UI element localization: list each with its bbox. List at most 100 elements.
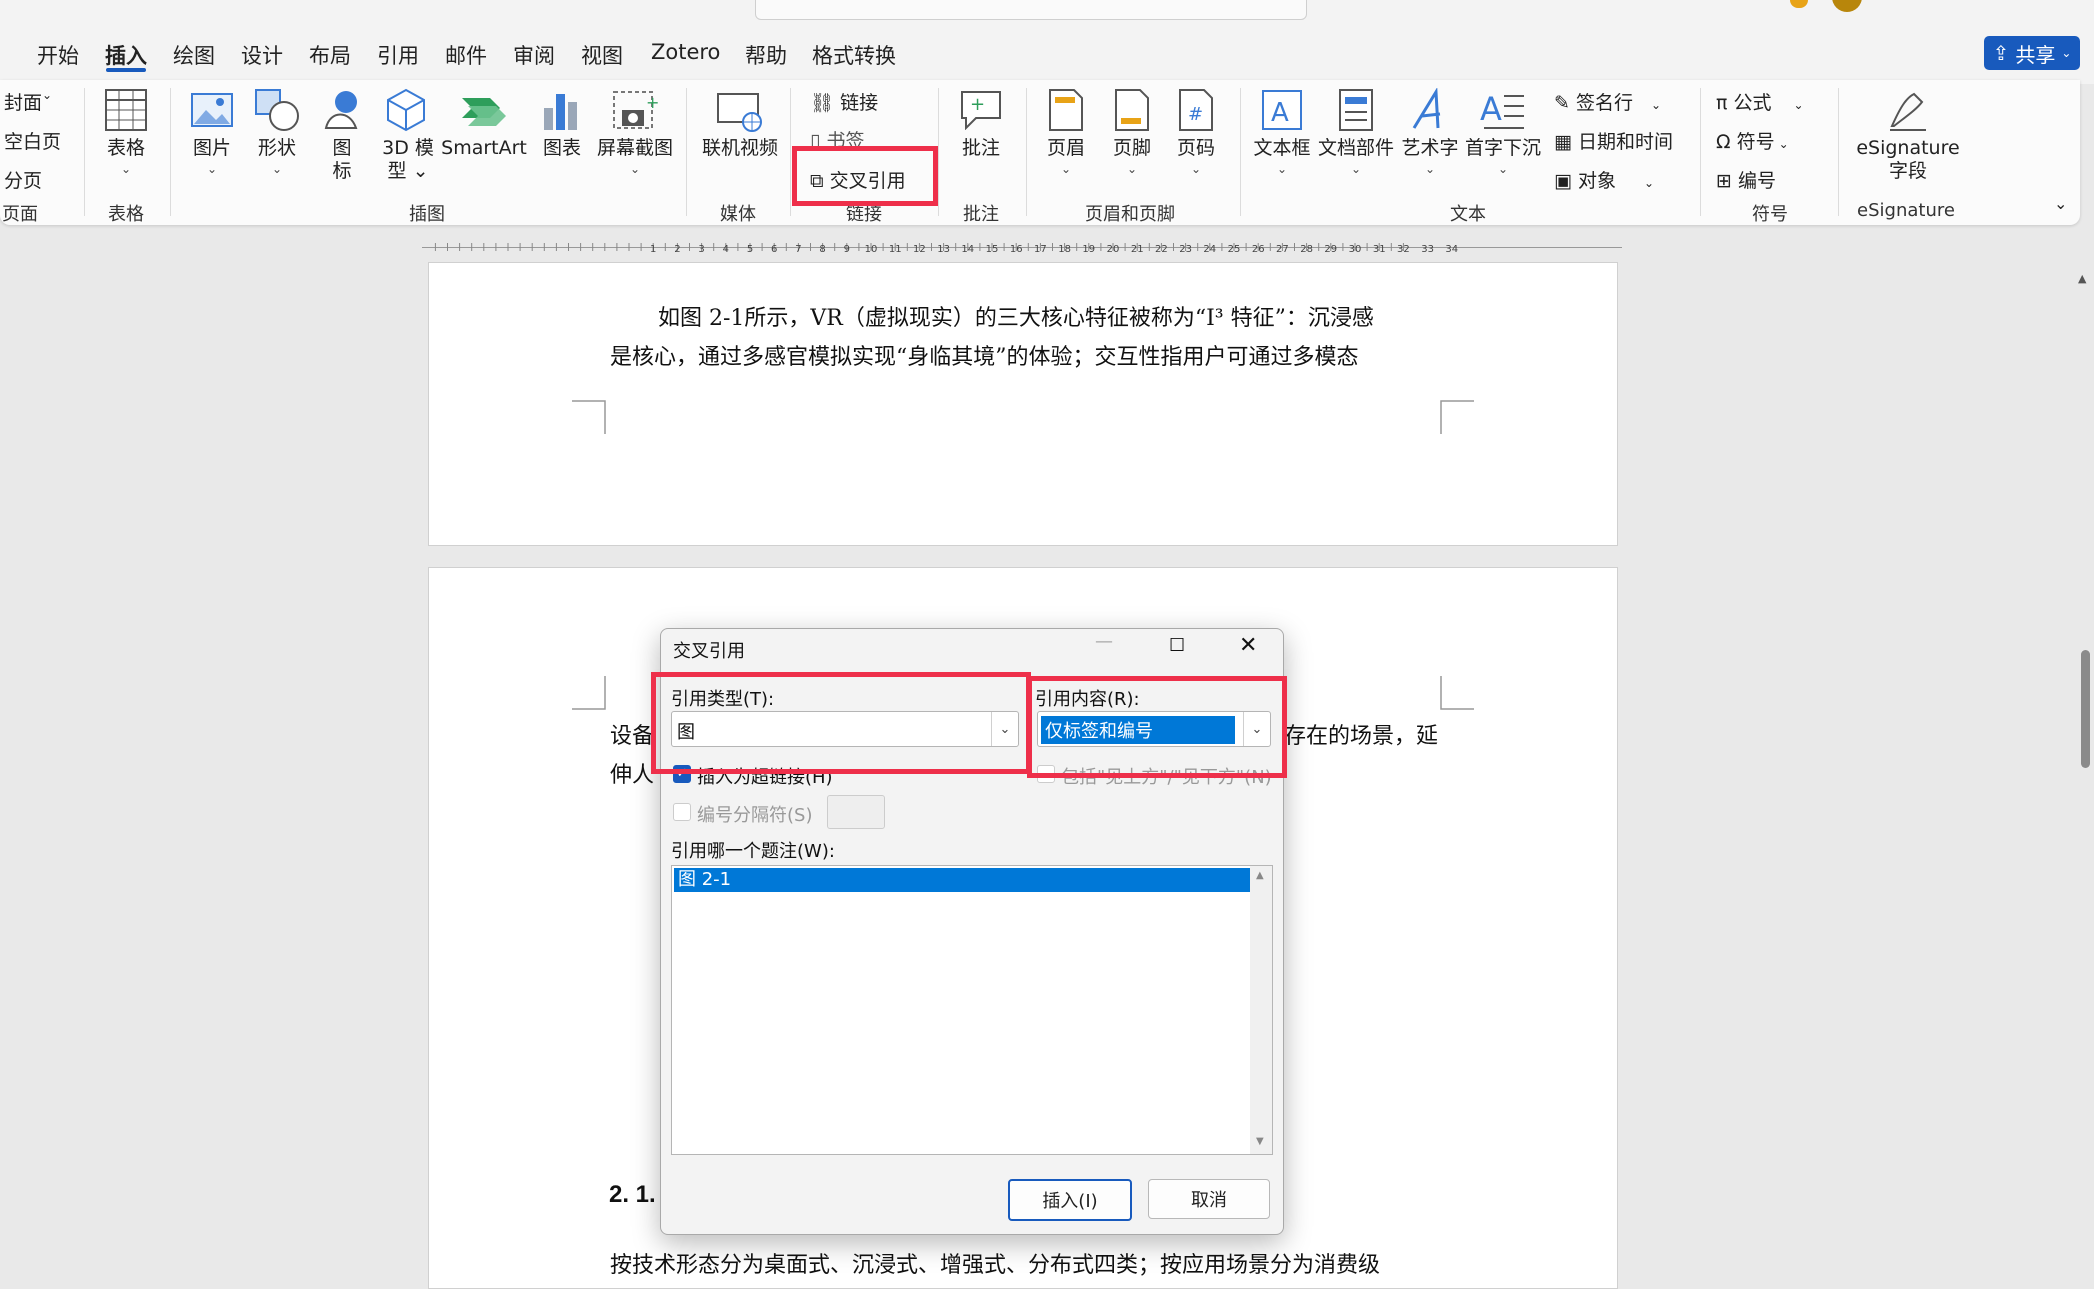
date-time-button[interactable]: ▦ 日期和时间 bbox=[1554, 127, 1673, 154]
screenshot-button[interactable]: 屏幕截图 bbox=[597, 137, 673, 160]
chevron-down-icon[interactable]: ⌄ bbox=[1277, 162, 1287, 176]
numbering-button[interactable]: ⊞ 编号 bbox=[1716, 166, 1776, 193]
dialog-title: 交叉引用 bbox=[673, 641, 745, 662]
tab-help[interactable]: 帮助 bbox=[745, 40, 787, 70]
drop-cap-button[interactable]: 首字下沉 bbox=[1465, 137, 1541, 160]
3d-model-button[interactable]: 3D 模型 ⌄ bbox=[382, 137, 434, 183]
svg-text:#: # bbox=[1188, 104, 1203, 125]
table-button[interactable]: 表格 bbox=[107, 137, 145, 160]
blank-page-button[interactable]: 空白页 bbox=[4, 127, 61, 154]
maximize-icon[interactable]: ☐ bbox=[1169, 635, 1185, 656]
document-parts-icon bbox=[1339, 89, 1373, 131]
scroll-up-icon[interactable]: ▲ bbox=[1256, 870, 1264, 881]
ruler-number: 14 bbox=[961, 244, 974, 255]
signature-line-button[interactable]: ✎ 签名行 ⌄ bbox=[1554, 88, 1661, 115]
scrollbar-thumb[interactable] bbox=[2081, 650, 2090, 768]
tab-draw[interactable]: 绘图 bbox=[173, 40, 215, 70]
chevron-down-icon[interactable]: ⌄ bbox=[1061, 162, 1071, 176]
chevron-down-icon[interactable]: ⌄ bbox=[630, 162, 640, 176]
body-text-fragment[interactable]: 伸人 bbox=[610, 757, 654, 789]
chevron-down-icon[interactable]: ⌄ bbox=[1351, 162, 1361, 176]
3d-model-icon bbox=[387, 88, 425, 132]
ruler-number: 8 bbox=[819, 244, 825, 255]
horizontal-ruler[interactable]: 1 2 3 4 5 6 7 8 9 10 11 12 13 14 15 16 17 18 19 20 21 22 23 24 2… bbox=[422, 238, 1622, 256]
chevron-down-icon[interactable]: ⌄ bbox=[207, 162, 217, 176]
textbox-button[interactable]: 文本框 bbox=[1253, 137, 1310, 160]
minimize-icon[interactable]: — bbox=[1095, 631, 1113, 652]
chevron-down-icon[interactable]: ⌄ bbox=[1191, 162, 1201, 176]
comment-button[interactable]: 批注 bbox=[962, 137, 1000, 160]
link-button[interactable]: ⛓ 链接 bbox=[810, 88, 878, 115]
symbol-button[interactable]: Ω 符号 ⌄ bbox=[1716, 127, 1789, 154]
chart-button[interactable]: 图表 bbox=[543, 137, 581, 160]
tab-references[interactable]: 引用 bbox=[377, 40, 419, 70]
tab-format-convert[interactable]: 格式转换 bbox=[812, 40, 896, 70]
header-button[interactable]: 页眉 bbox=[1047, 137, 1085, 160]
share-button[interactable]: ⇪ 共享 ⌄ bbox=[1984, 36, 2080, 70]
tab-zotero[interactable]: Zotero bbox=[651, 40, 720, 64]
caption-list-item[interactable]: 图 2-1 bbox=[674, 868, 1250, 892]
online-video-button[interactable]: 联机视频 bbox=[702, 137, 778, 160]
picture-button[interactable]: 图片 bbox=[193, 137, 231, 160]
page-break-button[interactable]: 分页 bbox=[4, 166, 42, 193]
document-parts-button[interactable]: 文档部件 bbox=[1318, 137, 1394, 160]
vertical-scrollbar[interactable]: ▲ bbox=[2074, 262, 2094, 1280]
tab-home[interactable]: 开始 bbox=[37, 40, 79, 70]
caption-listbox[interactable]: 图 2-1 ▲ ▼ bbox=[671, 865, 1273, 1155]
footer-button[interactable]: 页脚 bbox=[1113, 137, 1151, 160]
tab-mailings[interactable]: 邮件 bbox=[445, 40, 487, 70]
separate-numbers-checkbox[interactable] bbox=[673, 803, 691, 821]
ruler-number: 23 bbox=[1179, 244, 1192, 255]
shapes-button[interactable]: 形状 bbox=[258, 137, 296, 160]
object-label: 对象 bbox=[1578, 170, 1617, 192]
table-icon bbox=[105, 89, 147, 131]
ruler-number: 16 bbox=[1010, 244, 1023, 255]
listbox-scrollbar[interactable]: ▲ ▼ bbox=[1250, 866, 1272, 1154]
chevron-down-icon[interactable]: ⌄ bbox=[121, 162, 131, 176]
object-button[interactable]: ▣ 对象 ⌄ bbox=[1554, 166, 1654, 193]
share-label: 共享 bbox=[2015, 42, 2056, 67]
esignature-button[interactable]: eSignature 字段 bbox=[1856, 137, 1959, 183]
icons-button[interactable]: 图标 bbox=[332, 137, 351, 183]
icons-icon bbox=[324, 91, 358, 129]
chevron-down-icon: ⌄ bbox=[1793, 98, 1804, 112]
equation-button[interactable]: π 公式 ⌄ bbox=[1716, 88, 1804, 115]
chevron-down-icon[interactable]: ⌄ bbox=[1425, 162, 1435, 176]
ruler-number: 31 bbox=[1373, 244, 1386, 255]
tab-insert[interactable]: 插入 bbox=[105, 40, 147, 70]
scroll-up-icon[interactable]: ▲ bbox=[2078, 272, 2086, 285]
ruler-number: 11 bbox=[889, 244, 902, 255]
cancel-button[interactable]: 取消 bbox=[1148, 1179, 1270, 1219]
page-number-button[interactable]: 页码 bbox=[1177, 137, 1215, 160]
collapse-ribbon-icon[interactable]: ⌄ bbox=[2054, 194, 2067, 213]
body-text-fragment[interactable]: 设备 bbox=[610, 718, 654, 750]
body-text-fragment[interactable]: 存在的场景，延 bbox=[1284, 718, 1438, 750]
signature-line-icon: ✎ bbox=[1554, 92, 1576, 114]
margin-corner-mark bbox=[1440, 676, 1474, 710]
tab-layout[interactable]: 布局 bbox=[309, 40, 351, 70]
chevron-down-icon[interactable]: ⌄ bbox=[1498, 162, 1508, 176]
tab-design[interactable]: 设计 bbox=[241, 40, 283, 70]
separator-input[interactable] bbox=[827, 795, 885, 829]
tab-view[interactable]: 视图 bbox=[581, 40, 623, 70]
drop-cap-icon: A bbox=[1480, 90, 1524, 129]
body-paragraph-line[interactable]: 如图 2-1所示，VR（虚拟现实）的三大核心特征被称为“I³ 特征”：沉浸感 bbox=[658, 300, 1374, 332]
wordart-button[interactable]: 艺术字 bbox=[1401, 137, 1458, 160]
chevron-down-icon[interactable]: ⌄ bbox=[42, 88, 52, 102]
close-icon[interactable]: ✕ bbox=[1239, 633, 1257, 658]
body-paragraph-line[interactable]: 是核心，通过多感官模拟实现“身临其境”的体验；交互性指用户可通过多模态 bbox=[610, 339, 1359, 371]
search-box[interactable] bbox=[755, 0, 1307, 20]
tab-review[interactable]: 审阅 bbox=[513, 40, 555, 70]
group-separator bbox=[938, 88, 939, 216]
chevron-down-icon[interactable]: ⌄ bbox=[1127, 162, 1137, 176]
smartart-button[interactable]: SmartArt bbox=[441, 137, 527, 160]
section-heading[interactable]: 2. 1. bbox=[609, 1181, 656, 1209]
insert-button[interactable]: 插入(I) bbox=[1008, 1179, 1132, 1221]
scroll-down-icon[interactable]: ▼ bbox=[1256, 1136, 1264, 1147]
body-paragraph-line[interactable]: 按技术形态分为桌面式、沉浸式、增强式、分布式四类；按应用场景分为消费级 bbox=[610, 1247, 1380, 1279]
3d-model-label-1: 3D 模 bbox=[382, 137, 434, 159]
group-separator bbox=[84, 88, 85, 216]
chevron-down-icon[interactable]: ⌄ bbox=[272, 162, 282, 176]
group-separator bbox=[1026, 88, 1027, 216]
cover-page-button[interactable]: 封面 bbox=[4, 88, 42, 115]
